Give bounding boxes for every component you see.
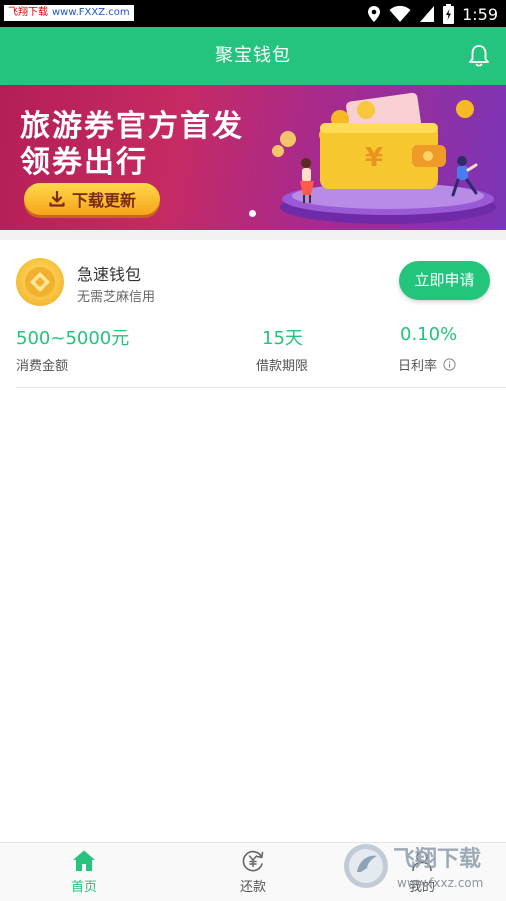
watermark-logo: 飞翔下载 www.fxxz.com xyxy=(344,844,483,890)
stat-rate-value: 0.10% xyxy=(400,324,458,345)
stat-term-label: 借款期限 xyxy=(256,355,308,374)
watermark-brand: 飞翔下载 xyxy=(393,846,481,872)
stat-amount-label: 消费金额 xyxy=(16,355,68,374)
watermark-url: www.fxxz.com xyxy=(397,876,483,890)
stat-term-label-text: 借款期限 xyxy=(256,359,309,374)
wallet-illustration: ¥ xyxy=(272,92,496,224)
banner-subheadline: 领券出行 xyxy=(20,145,148,180)
wifi-icon xyxy=(389,5,411,22)
watermark-tag-label: 飞翔下载 xyxy=(8,7,48,18)
bell-icon[interactable] xyxy=(468,44,490,68)
stat-rate-label: 日利率 xyxy=(398,355,456,374)
battery-icon xyxy=(443,4,455,24)
promo-banner[interactable]: 旅游券官方首发 领券出行 下载更新 ¥ xyxy=(0,85,506,230)
status-bar: 飞翔下载 www.FXXZ.com 1:59 xyxy=(0,0,506,27)
stat-term-value: 15天 xyxy=(262,328,303,349)
tab-home-label: 首页 xyxy=(70,880,97,895)
stat-rate-label-text: 日利率 xyxy=(398,359,438,374)
home-icon xyxy=(73,850,95,871)
tab-repay[interactable]: 还款 xyxy=(203,843,303,901)
card-divider xyxy=(16,387,506,388)
stat-amount-label-text: 消费金额 xyxy=(16,359,69,374)
signal-icon xyxy=(420,6,435,22)
stat-amount-value: 500~5000元 xyxy=(16,328,130,349)
product-logo xyxy=(16,258,64,306)
product-name: 急速钱包 xyxy=(77,265,142,284)
wallet-currency-sign: ¥ xyxy=(365,143,383,173)
banner-download-button[interactable]: 下载更新 xyxy=(24,183,160,215)
page-title: 聚宝钱包 xyxy=(215,45,291,66)
carousel-indicator[interactable] xyxy=(249,210,256,217)
banner-button-label: 下载更新 xyxy=(71,191,136,210)
watermark-tag: 飞翔下载 www.FXXZ.com xyxy=(4,5,134,21)
app-bar: 聚宝钱包 xyxy=(0,27,506,85)
tab-home[interactable]: 首页 xyxy=(34,843,134,901)
tab-repay-label: 还款 xyxy=(239,880,266,895)
download-icon xyxy=(49,190,65,207)
coin-icon xyxy=(25,267,55,297)
repay-icon xyxy=(242,850,264,872)
location-icon xyxy=(368,6,381,22)
section-divider xyxy=(0,230,506,240)
watermark-tag-url: www.FXXZ.com xyxy=(52,7,130,18)
status-icons: 1:59 xyxy=(367,3,498,25)
status-time: 1:59 xyxy=(462,4,498,24)
info-icon[interactable] xyxy=(443,358,456,371)
product-subtitle: 无需芝麻信用 xyxy=(77,290,156,305)
apply-now-button[interactable]: 立即申请 xyxy=(399,261,490,300)
